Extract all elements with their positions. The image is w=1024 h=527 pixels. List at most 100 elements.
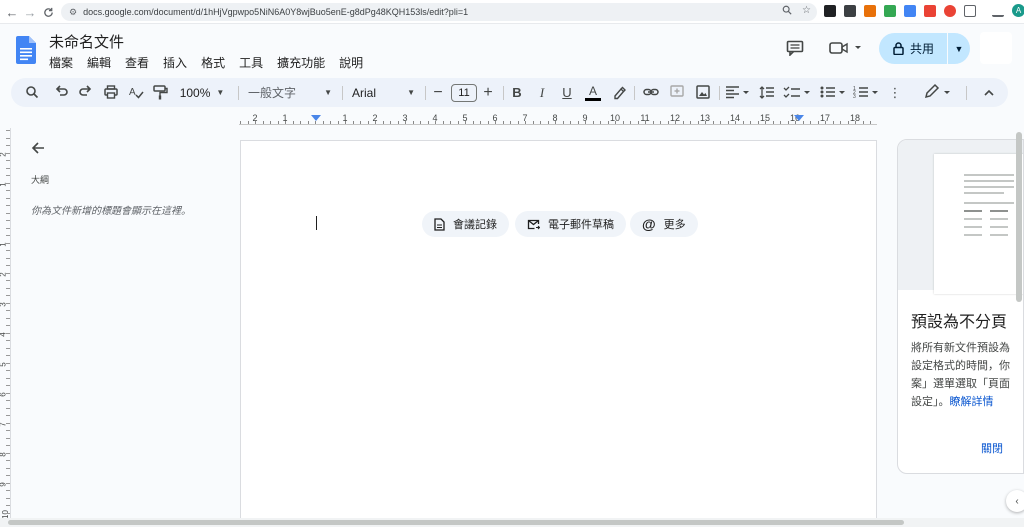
forward-button[interactable]: → [20,2,40,22]
ruler-tick [795,121,796,124]
decrease-font-size-button[interactable]: − [431,78,445,107]
collapse-menus-icon[interactable] [982,78,996,107]
ruler-tick [247,121,249,124]
extension-icon[interactable] [924,4,936,17]
vruler-tick [6,497,10,499]
bulleted-list-icon[interactable] [819,78,849,107]
ruler-tick [712,121,714,124]
vruler-tick [6,467,10,469]
print-icon[interactable] [103,78,119,107]
font-select[interactable]: Arial ▼ [352,78,415,107]
ruler-tick [405,121,406,124]
vruler-tick [6,145,10,146]
menu-view[interactable]: 查看 [125,54,149,71]
menu-edit[interactable]: 編輯 [87,54,111,71]
avatar[interactable]: A [1012,4,1024,17]
align-left-icon[interactable] [725,78,751,107]
horizontal-scrollbar[interactable] [0,518,1024,527]
font-size-input[interactable]: 11 [450,78,478,107]
browser-toolbar: ← → ⚙ docs.google.com/document/d/1hHjVgp… [0,0,1024,24]
close-card-button[interactable]: 關閉 [981,440,1003,456]
menu-insert[interactable]: 插入 [163,54,187,71]
extension-icon[interactable] [824,4,836,17]
extension-icon[interactable] [944,4,956,17]
increase-font-size-button[interactable]: + [481,78,495,107]
ruler-tick [427,121,429,124]
undo-icon[interactable] [54,78,68,107]
vruler-tick [6,190,10,191]
address-bar[interactable]: ⚙ docs.google.com/document/d/1hHjVgpwpo5… [61,3,817,21]
download-icon[interactable] [992,4,1004,17]
scrollbar-thumb[interactable] [1016,132,1022,302]
italic-icon: I [539,84,545,100]
vruler-tick [6,362,10,364]
italic-button[interactable]: I [535,78,549,107]
paragraph-style-select[interactable]: 一般文字 ▼ [248,78,332,107]
docs-logo-icon[interactable] [16,36,36,64]
extension-icon[interactable] [904,4,916,17]
ruler-tick [495,121,496,124]
text-color-icon: A [588,83,597,98]
close-outline-button[interactable] [30,140,46,161]
vruler-tick [6,407,10,409]
account-avatar[interactable] [980,32,1012,64]
link-icon[interactable] [643,78,659,107]
spellcheck-icon[interactable]: A [128,78,144,107]
menu-file[interactable]: 檔案 [49,54,73,71]
highlight-color-icon[interactable] [612,78,626,107]
paint-format-icon[interactable] [152,78,168,107]
ruler-tick [390,121,391,124]
extension-icon[interactable] [844,4,856,17]
site-settings-icon[interactable]: ⚙ [69,7,77,18]
bookmark-star-icon[interactable]: ☆ [802,5,811,16]
extension-icon[interactable] [884,4,896,17]
ruler-tick [750,121,751,124]
zoom-select[interactable]: 100% ▼ [177,78,227,107]
chip-email-draft[interactable]: 電子郵件草稿 [515,211,626,237]
ruler-tick [735,121,736,124]
scrollbar-thumb[interactable] [8,520,904,525]
menu-extensions[interactable]: 擴充功能 [277,54,325,71]
card-body-line: 設定」。 [911,396,950,408]
line-spacing-icon[interactable] [759,78,775,107]
more-options-button[interactable]: ⋮ [889,78,902,107]
meet-video-icon[interactable] [829,41,863,55]
back-button[interactable]: ← [2,2,22,22]
editing-mode-icon[interactable] [923,78,953,107]
text-color-button[interactable]: A [584,78,602,107]
reload-button[interactable] [38,2,58,22]
puzzle-icon[interactable] [964,4,976,17]
url-text: docs.google.com/document/d/1hHjVgpwpo5Ni… [83,7,469,17]
numbered-list-icon[interactable]: 123 [853,78,883,107]
add-comment-icon[interactable] [669,78,685,107]
menu-format[interactable]: 格式 [201,54,225,71]
chip-more[interactable]: @ 更多 [630,211,698,237]
menu-tools[interactable]: 工具 [239,54,263,71]
insert-image-icon[interactable] [695,78,711,107]
explore-button[interactable]: ‹ [1006,490,1024,512]
chip-meeting-notes[interactable]: 會議記錄 [422,211,509,237]
extension-icon[interactable] [864,4,876,17]
menu-help[interactable]: 說明 [339,54,363,71]
share-button[interactable]: 共用 ▼ [879,33,970,64]
vertical-scrollbar[interactable] [1014,128,1024,518]
learn-more-link[interactable]: 瞭解詳情 [950,396,994,408]
checklist-icon[interactable] [783,78,813,107]
ruler-tick [480,121,481,124]
ruler-tick [300,121,301,124]
ruler-tick [810,121,811,124]
left-indent-marker[interactable] [311,115,321,121]
bold-button[interactable]: B [510,78,524,107]
redo-icon[interactable] [79,78,93,107]
search-menus-icon[interactable] [25,78,39,107]
color-swatch [585,97,601,101]
document-title[interactable]: 未命名文件 [49,31,124,52]
share-dropdown-icon[interactable]: ▼ [948,44,970,54]
right-indent-marker[interactable] [794,115,804,121]
comment-history-icon[interactable] [786,40,804,56]
vruler-tick [6,212,10,214]
vruler-tick [6,332,10,334]
document-page[interactable] [240,140,877,527]
zoom-icon[interactable] [782,5,792,15]
underline-button[interactable]: U [560,78,574,107]
